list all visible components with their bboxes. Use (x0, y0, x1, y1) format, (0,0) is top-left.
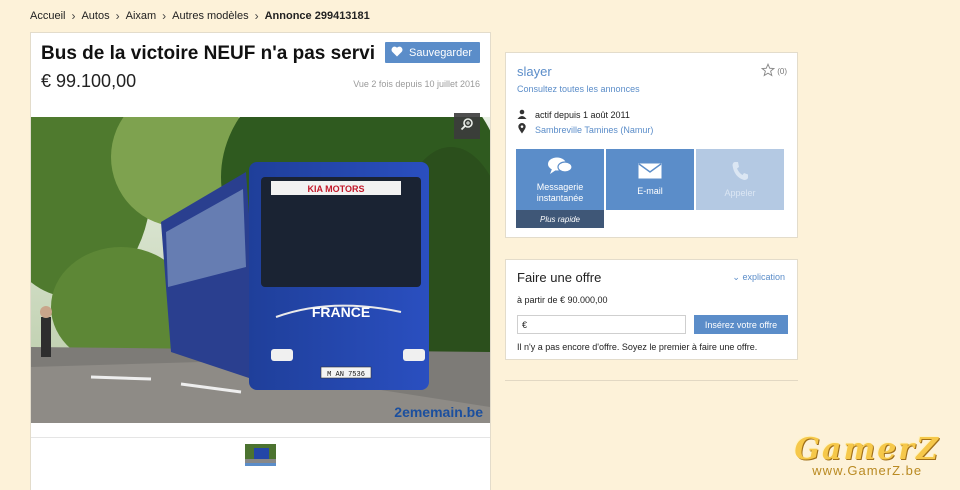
thumbnail-1[interactable] (245, 444, 276, 466)
breadcrumb-home[interactable]: Accueil (30, 10, 65, 22)
email-label: E-mail (637, 185, 663, 196)
offer-title: Faire une offre (517, 270, 602, 285)
heart-icon (391, 46, 403, 60)
offer-explanation-link[interactable]: ⌄ explication (732, 272, 785, 283)
no-offer-message: Il n'y a pas encore d'offre. Soyez le pr… (517, 342, 758, 352)
instant-message-button[interactable]: Messagerie instantanée (516, 149, 604, 210)
breadcrumb-separator: › (162, 9, 167, 23)
breadcrumb-separator: › (115, 9, 120, 23)
listing-title: Bus de la victoire NEUF n'a pas servi (41, 43, 375, 64)
seller-active-since: actif depuis 1 août 2011 (535, 110, 630, 120)
gamerz-url: www.GamerZ.be (812, 463, 923, 478)
call-label: Appeler (724, 187, 756, 198)
gamerz-logo: GamerZ (794, 432, 940, 467)
chevron-down-icon: ⌄ (732, 272, 740, 282)
submit-offer-button[interactable]: Insérez votre offre (694, 315, 788, 334)
bus-banner-text: KIA MOTORS (307, 184, 364, 194)
instant-message-label: Messagerie instantanée (536, 182, 584, 203)
fast-badge: Plus rapide (516, 210, 604, 228)
call-button[interactable]: Appeler (696, 149, 784, 210)
breadcrumb-autos[interactable]: Autos (81, 10, 109, 22)
breadcrumb-other-models[interactable]: Autres modèles (172, 10, 248, 22)
user-icon (517, 109, 527, 121)
listing-price: € 99.100,00 (41, 71, 137, 91)
offer-amount-input[interactable]: € (517, 315, 686, 334)
seller-active-row: actif depuis 1 août 2011 (517, 109, 630, 121)
breadcrumb-separator: › (71, 9, 76, 23)
save-button-label: Sauvegarder (409, 46, 472, 59)
breadcrumb-current: Annonce 299413181 (264, 10, 370, 22)
bus-plate-text: M AN 7536 (327, 371, 365, 379)
listing-card: Bus de la victoire NEUF n'a pas servi € … (30, 32, 491, 490)
sidebar-divider (505, 380, 798, 381)
star-icon (761, 62, 776, 79)
seller-name[interactable]: slayer (517, 64, 552, 79)
bus-photo-illustration: KIA MOTORS FRANCE M AN 7536 2ememain.be (31, 117, 490, 423)
gamerz-watermark: GamerZ www.GamerZ.be (794, 432, 940, 478)
photo-watermark: 2ememain.be (394, 404, 483, 420)
favorite-seller-button[interactable]: (0) (761, 62, 787, 79)
favorite-count: (0) (777, 66, 787, 76)
seller-card: slayer Consultez toutes les annonces (0)… (505, 52, 798, 238)
listing-photo[interactable]: KIA MOTORS FRANCE M AN 7536 2ememain.be (31, 117, 490, 423)
seller-location-row: Sambreville Tamines (Namur) (517, 123, 653, 136)
breadcrumb-aixam[interactable]: Aixam (126, 10, 157, 22)
breadcrumb-separator: › (254, 9, 259, 23)
envelope-icon (638, 163, 662, 181)
offer-explanation-label: explication (742, 272, 785, 282)
view-count: Vue 2 fois depuis 10 juillet 2016 (353, 79, 480, 89)
location-pin-icon (517, 123, 527, 136)
magnifier-icon (460, 117, 474, 136)
offer-card: Faire une offre ⌄ explication à partir d… (505, 259, 798, 360)
email-button[interactable]: E-mail (606, 149, 694, 210)
offer-currency-prefix: € (522, 319, 528, 330)
phone-icon (731, 161, 749, 183)
seller-all-ads-link[interactable]: Consultez toutes les annonces (517, 84, 640, 94)
breadcrumb: Accueil › Autos › Aixam › Autres modèles… (30, 9, 370, 23)
thumbnail-strip (31, 437, 490, 487)
chat-icon (547, 156, 573, 178)
bus-side-text: FRANCE (312, 304, 370, 320)
save-button[interactable]: Sauvegarder (385, 42, 480, 63)
seller-location[interactable]: Sambreville Tamines (Namur) (535, 125, 653, 135)
zoom-button[interactable] (454, 113, 480, 139)
offer-min-price: à partir de € 90.000,00 (517, 295, 608, 305)
